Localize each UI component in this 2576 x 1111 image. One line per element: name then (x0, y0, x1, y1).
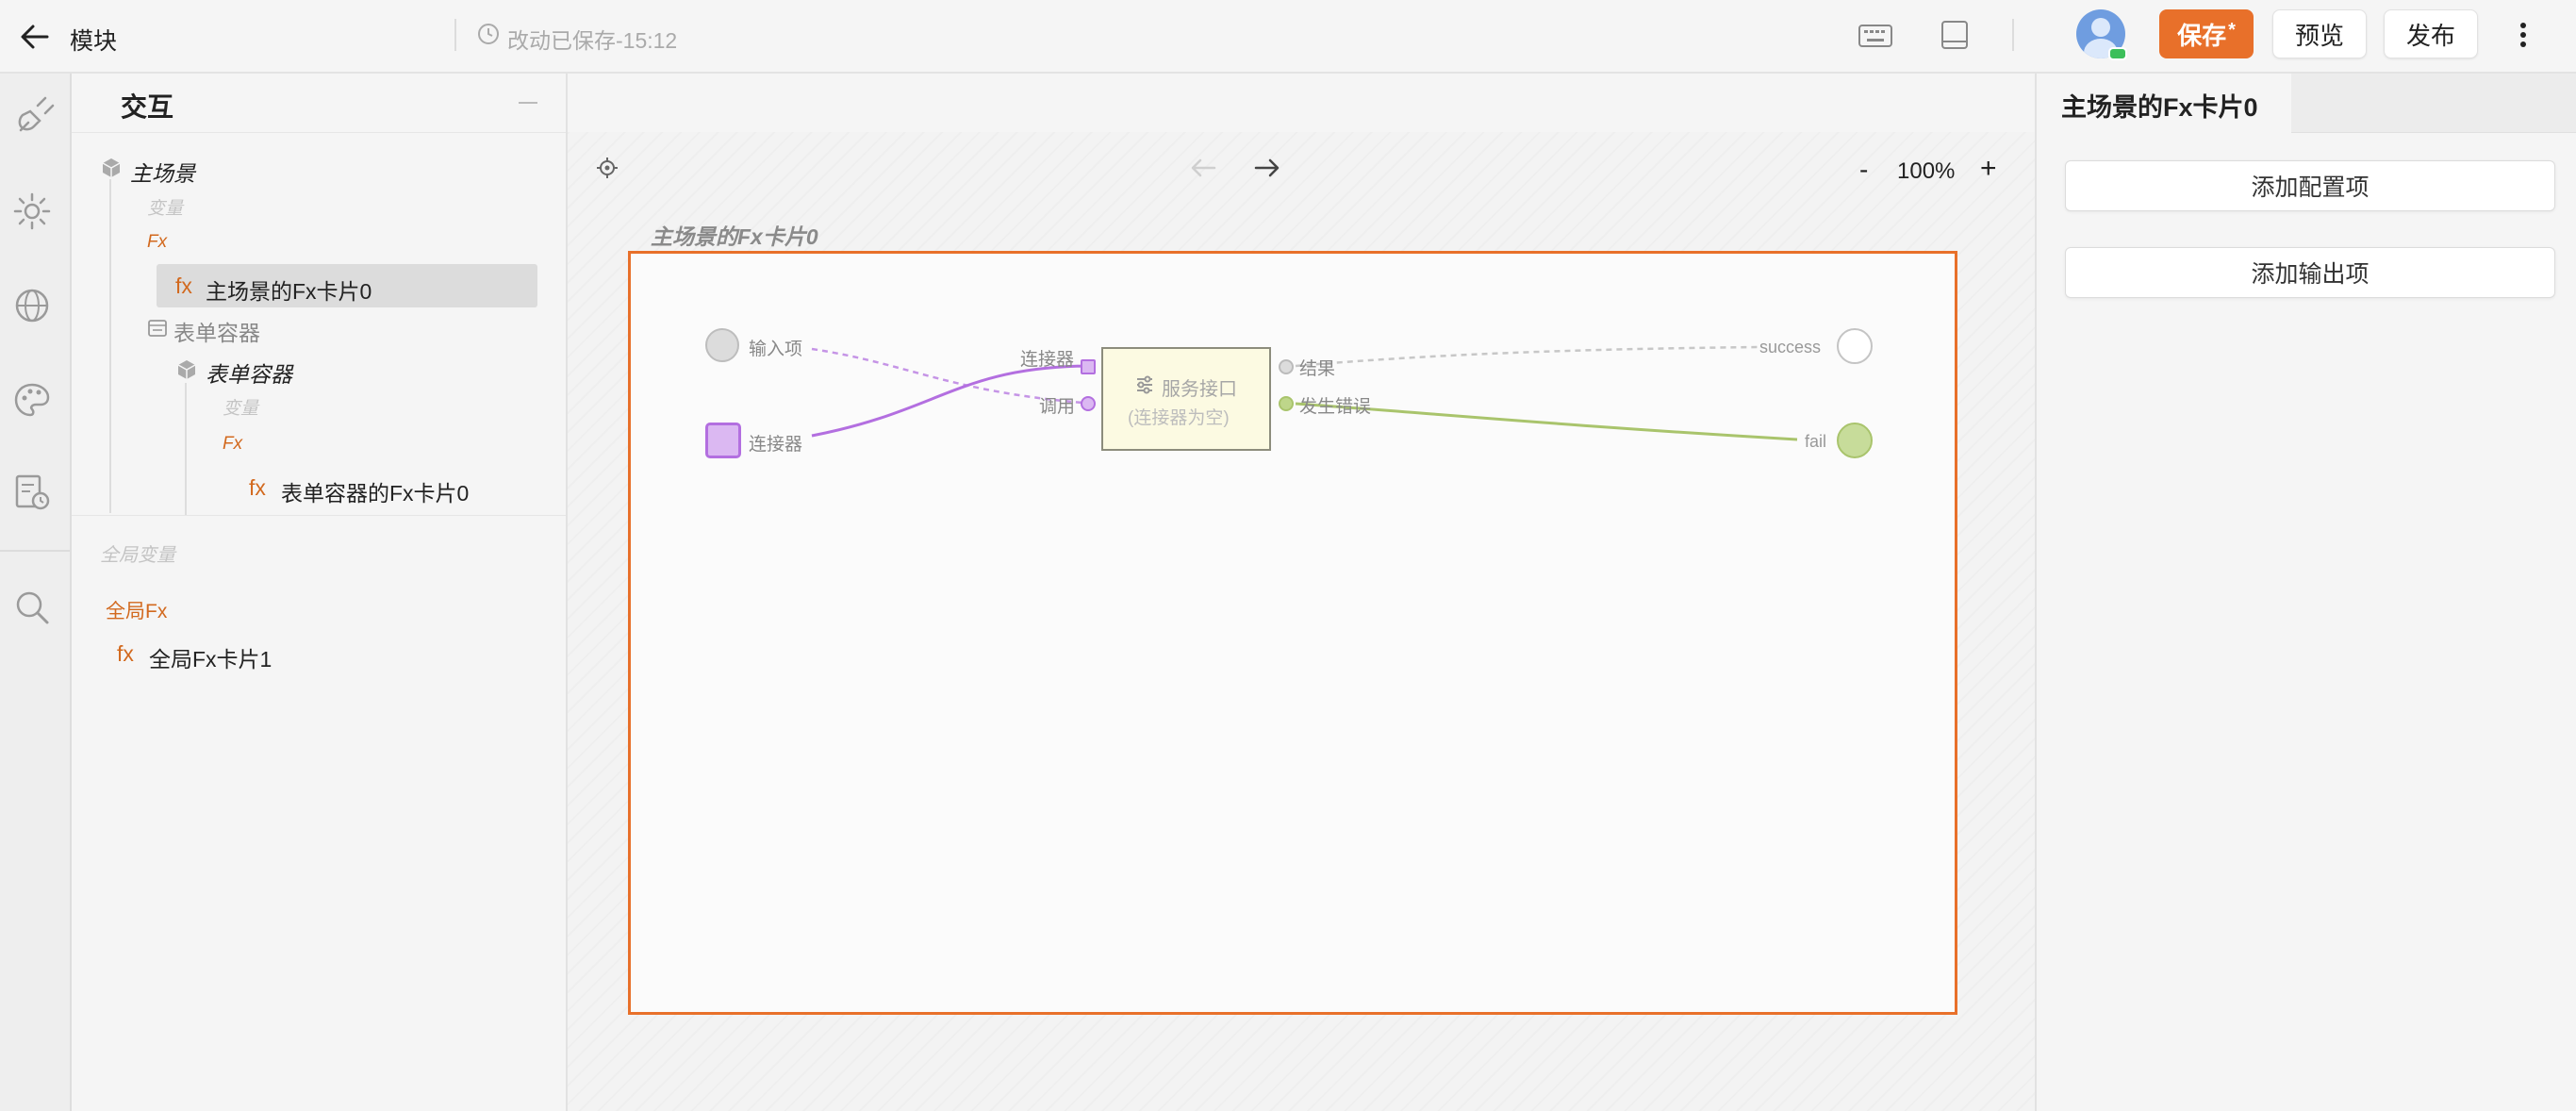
success-label: success (1759, 338, 1822, 357)
connector-node[interactable] (705, 423, 741, 458)
tree-form-container-scene[interactable]: 表单容器 (206, 357, 292, 389)
undo-arrow-icon[interactable] (1190, 157, 1218, 179)
service-node-subtitle: (连接器为空) (1128, 408, 1230, 428)
port-connector[interactable] (1081, 359, 1096, 374)
more-menu-icon[interactable] (2512, 19, 2535, 51)
icon-rail (0, 74, 72, 1111)
port-connector-label: 连接器 (1020, 350, 1075, 370)
add-output-button[interactable]: 添加输出项 (2065, 247, 2555, 298)
publish-button[interactable]: 发布 (2384, 9, 2478, 58)
port-error-label: 发生错误 (1299, 397, 1372, 417)
form-icon (148, 320, 167, 337)
interaction-panel: 交互 (72, 74, 568, 1111)
properties-panel: 主场景的Fx卡片0 (2035, 74, 2576, 1111)
zoom-in-button[interactable]: + (1980, 153, 1997, 185)
palette-icon[interactable] (11, 379, 53, 421)
locate-icon[interactable] (596, 157, 619, 179)
fx-icon: fx (175, 274, 192, 298)
tree-global-fx-card[interactable]: 全局Fx卡片1 (149, 641, 272, 673)
collapse-panel-button[interactable] (519, 102, 537, 104)
divider (0, 550, 70, 552)
schedule-doc-icon[interactable] (11, 472, 53, 513)
redo-arrow-icon[interactable] (1252, 157, 1280, 179)
sliders-icon (1137, 375, 1152, 394)
fx-icon: fx (249, 475, 266, 500)
preview-button[interactable]: 预览 (2272, 9, 2367, 58)
top-bar: 模块 改动已保存-15:12 保存 * 预览 发布 (0, 0, 2576, 74)
port-invoke-label: 调用 (1039, 397, 1076, 417)
save-status: 改动已保存-15:12 (507, 28, 678, 53)
divider (2012, 19, 2014, 51)
result-to-success-line (1295, 345, 1763, 368)
input-node[interactable] (705, 328, 739, 362)
tree-guide-line (109, 179, 111, 513)
tree-variables[interactable]: 变量 (147, 194, 183, 220)
module-title: 模块 (70, 28, 118, 55)
fail-output-node[interactable] (1837, 423, 1873, 458)
plug-icon[interactable] (13, 96, 55, 138)
tab-strip-empty (2291, 74, 2576, 133)
panel-title: 交互 (121, 92, 174, 122)
add-config-button[interactable]: 添加配置项 (2065, 160, 2555, 211)
success-output-node[interactable] (1837, 328, 1873, 364)
global-variables[interactable]: 全局变量 (100, 539, 175, 567)
tree-form-variables[interactable]: 变量 (223, 394, 258, 420)
service-node-title: 服务接口 (1162, 379, 1237, 400)
keyboard-icon[interactable] (1858, 21, 1893, 51)
gear-icon[interactable] (11, 191, 53, 232)
clock-icon (478, 24, 499, 44)
port-error[interactable] (1279, 396, 1294, 411)
back-arrow-icon[interactable] (19, 21, 51, 53)
tree-fx-group[interactable]: Fx (147, 232, 167, 253)
online-status-badge (2108, 47, 2127, 60)
fx-icon: fx (117, 641, 134, 666)
tree-form-fx-card[interactable]: 表单容器的Fx卡片0 (281, 475, 469, 507)
tree-main-fx-card[interactable]: 主场景的Fx卡片0 (206, 274, 372, 306)
tree-form-fx-group[interactable]: Fx (223, 434, 242, 455)
tree-guide-line (185, 383, 187, 515)
service-node[interactable]: 服务接口 (连接器为空) (1101, 347, 1271, 451)
fail-label: fail (1805, 432, 1827, 451)
tree-form-container[interactable]: 表单容器 (173, 315, 260, 347)
search-icon[interactable] (11, 587, 53, 628)
divider (454, 19, 456, 51)
port-invoke[interactable] (1081, 396, 1096, 411)
save-button[interactable]: 保存 * (2159, 9, 2254, 58)
tree-main-scene[interactable]: 主场景 (130, 156, 195, 188)
global-fx-group[interactable]: 全局Fx (106, 596, 167, 624)
zoom-out-button[interactable]: - (1859, 155, 1868, 185)
cube-icon (102, 158, 121, 177)
fx-card-title: 主场景的Fx卡片0 (651, 224, 818, 249)
connector-node-label: 连接器 (749, 435, 803, 455)
zoom-level: 100% (1897, 158, 1956, 184)
port-result-label: 结果 (1299, 359, 1336, 379)
cube-icon (177, 360, 196, 379)
port-result[interactable] (1279, 359, 1294, 374)
globe-icon[interactable] (11, 285, 53, 326)
canvas-toolbar (568, 74, 2035, 133)
divider (72, 515, 566, 516)
right-panel-title: 主场景的Fx卡片0 (2061, 93, 2258, 122)
input-node-label: 输入项 (749, 340, 803, 359)
panel-layout-icon[interactable] (1939, 19, 1971, 51)
